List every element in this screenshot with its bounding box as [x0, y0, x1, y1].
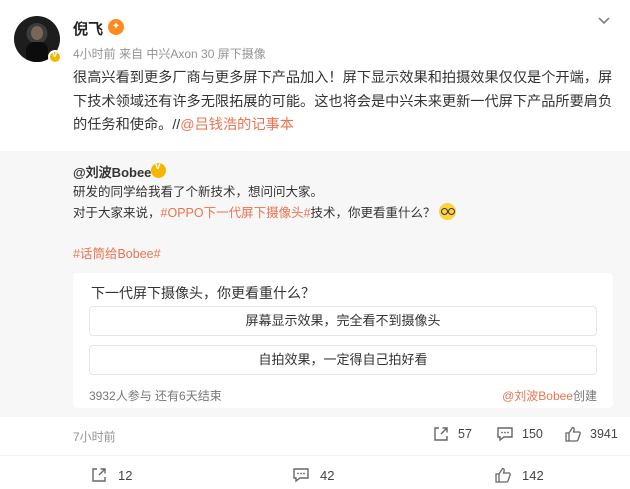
- mention-link[interactable]: @吕钱浩的记事本: [180, 117, 294, 133]
- repost-time[interactable]: 7小时前: [73, 428, 116, 445]
- post-text-main: 很高兴看到更多厂商与更多屏下产品加入！屏下显示效果和拍摄效果仅仅是个开端，屏下技…: [73, 70, 613, 133]
- share-icon: [434, 427, 448, 441]
- comment-icon: [497, 427, 513, 442]
- repost-like-count: 3941: [590, 427, 618, 441]
- poll-creator-suffix: 创建: [572, 389, 597, 403]
- avatar-shirt: [26, 42, 48, 62]
- repost-comment-count: 150: [522, 427, 543, 441]
- repost-author[interactable]: @刘波Bobee: [73, 162, 151, 181]
- repost-line2-prefix: 对于大家来说，: [73, 206, 161, 220]
- poll-footer: 3932人参与 还有6天结束: [89, 389, 222, 403]
- repost-share-count: 57: [458, 427, 472, 441]
- post-text: 很高兴看到更多厂商与更多屏下产品加入！屏下显示效果和拍摄效果仅仅是个开端，屏下技…: [73, 67, 613, 138]
- comment-icon: [293, 468, 309, 483]
- verified-badge-icon: [48, 49, 62, 64]
- post-source: 来自 中兴Axon 30 屏下摄像: [119, 47, 266, 61]
- comment-button[interactable]: 42: [292, 466, 334, 484]
- repost-like-button[interactable]: 3941: [564, 425, 618, 443]
- share-button[interactable]: 12: [90, 466, 132, 484]
- repost-line1: 研发的同学给我看了个新技术，想问问大家。: [73, 185, 324, 199]
- topic-link-bobee[interactable]: #话筒给Bobee#: [73, 243, 161, 262]
- post-time[interactable]: 4小时前: [73, 47, 116, 61]
- poll-option-display[interactable]: 屏幕显示效果，完全看不到摄像头: [89, 306, 597, 336]
- repost-line2: 对于大家来说，#OPPO下一代屏下摄像头#技术，你更看重什么？: [73, 203, 603, 224]
- divider: [0, 455, 630, 456]
- repost-share-button[interactable]: 57: [432, 425, 472, 443]
- share-icon: [92, 468, 106, 482]
- thumbs-up-icon: [565, 426, 581, 442]
- like-count: 142: [522, 467, 544, 483]
- repost-text: 研发的同学给我看了个新技术，想问问大家。 对于大家来说，#OPPO下一代屏下摄像…: [73, 182, 603, 224]
- poll-creator-link[interactable]: @刘波Bobee: [502, 389, 573, 403]
- thumbs-up-icon: [495, 467, 511, 483]
- avatar-face: [31, 26, 43, 40]
- author-name[interactable]: 倪飞: [73, 18, 103, 39]
- chevron-down-icon[interactable]: [596, 12, 612, 28]
- share-count: 12: [118, 467, 133, 483]
- repost-verified-icon: [151, 161, 166, 178]
- poll-option-selfie[interactable]: 自拍效果，一定得自己拍好看: [89, 345, 597, 375]
- post-meta: 4小时前 来自 中兴Axon 30 屏下摄像: [73, 45, 266, 62]
- weibo-post: 倪飞 ✦ 4小时前 来自 中兴Axon 30 屏下摄像 很高兴看到更多厂商与更多…: [0, 0, 630, 489]
- repost-card: @刘波Bobee 研发的同学给我看了个新技术，想问问大家。 对于大家来说，#OP…: [0, 151, 630, 444]
- poll-creator: @刘波Bobee创建: [502, 387, 597, 404]
- comment-count: 42: [320, 467, 335, 483]
- topic-link-oppo[interactable]: #OPPO下一代屏下摄像头#: [161, 206, 311, 220]
- like-button[interactable]: 142: [494, 466, 544, 484]
- poll-question: 下一代屏下摄像头，你更看重什么？: [91, 285, 315, 301]
- repost-comment-button[interactable]: 150: [496, 425, 543, 443]
- glasses-emoji-icon: [438, 203, 456, 220]
- member-icon: ✦: [108, 19, 124, 35]
- poll-card: 下一代屏下摄像头，你更看重什么？ 屏幕显示效果，完全看不到摄像头 自拍效果，一定…: [73, 273, 613, 408]
- repost-line2-suffix: 技术，你更看重什么？: [310, 206, 436, 220]
